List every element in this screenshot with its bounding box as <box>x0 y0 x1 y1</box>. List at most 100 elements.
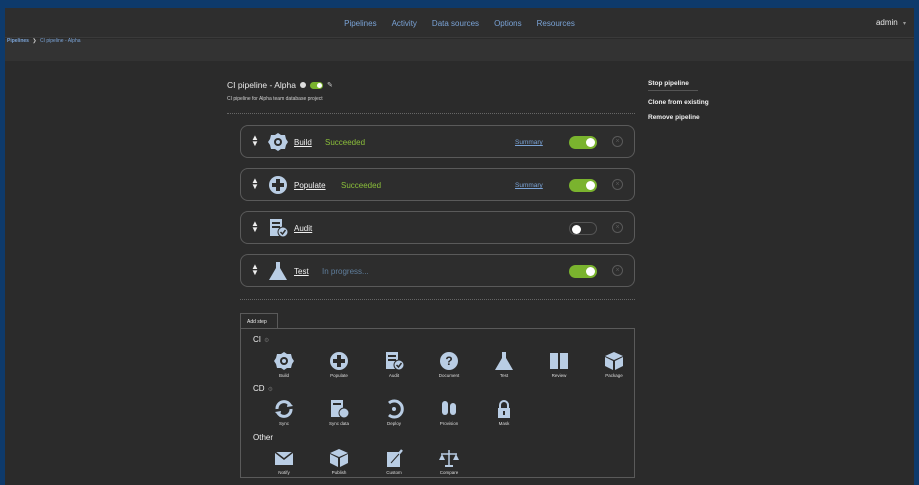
audit-doc-icon <box>386 352 405 371</box>
remove-step-icon[interactable]: × <box>612 136 623 147</box>
palette-compare[interactable]: Compare <box>429 448 469 475</box>
remove-step-icon[interactable]: × <box>612 265 623 276</box>
palette-label: Audit <box>388 373 400 378</box>
breadcrumb: Pipelines ❯ CI pipeline - Alpha <box>7 38 81 44</box>
user-menu[interactable]: admin ▾ <box>876 18 906 27</box>
toggle-knob <box>317 82 322 88</box>
step-toggle[interactable] <box>569 179 597 192</box>
step-toggle[interactable] <box>569 222 597 235</box>
remove-pipeline-link[interactable]: Remove pipeline <box>648 114 709 121</box>
palette-test[interactable]: Test <box>484 351 524 378</box>
divider <box>227 113 635 114</box>
breadcrumb-root[interactable]: Pipelines <box>7 38 29 44</box>
lock-icon <box>498 400 510 418</box>
step-status: Succeeded <box>341 181 382 190</box>
group-cd: CD ⚙ <box>253 384 273 393</box>
palette-label: Compare <box>439 470 459 475</box>
toggle-knob <box>586 267 595 276</box>
group-other: Other <box>253 433 273 442</box>
summary-link[interactable]: Summary <box>515 182 543 189</box>
palette-label: Notify <box>278 470 290 475</box>
palette-provision[interactable]: Provision <box>429 399 469 426</box>
database-icon <box>442 401 456 415</box>
plus-circle-icon <box>269 176 287 194</box>
palette-sync-data[interactable]: Sync data <box>319 399 359 426</box>
pipeline-step-build[interactable]: ▲ ▼ Build Succeeded Summary × <box>240 125 635 158</box>
palette-custom[interactable]: Custom <box>374 448 414 475</box>
nav-activity[interactable]: Activity <box>392 19 417 28</box>
svg-text:?: ? <box>445 354 452 368</box>
box-icon <box>605 352 623 370</box>
nav-resources[interactable]: Resources <box>537 19 575 28</box>
palette-mask[interactable]: Mask <box>484 399 524 426</box>
clone-pipeline-link[interactable]: Clone from existing <box>648 99 709 106</box>
palette-sync[interactable]: Sync <box>264 399 304 426</box>
scale-icon <box>439 450 459 467</box>
step-toggle[interactable] <box>569 136 597 149</box>
step-name[interactable]: Test <box>294 267 309 276</box>
sort-icon[interactable]: ▲ ▼ <box>251 134 259 148</box>
pipeline-step-audit[interactable]: ▲ ▼ Audit × <box>240 211 635 244</box>
palette-build[interactable]: Build <box>264 351 304 378</box>
sort-icon[interactable]: ▲ ▼ <box>251 177 259 191</box>
palette-label: Sync <box>278 421 289 426</box>
group-label: CI <box>253 335 261 344</box>
user-name: admin <box>875 18 898 27</box>
tab-add-step[interactable]: Add step <box>240 313 278 329</box>
palette-document[interactable]: ? Document <box>429 351 469 378</box>
palette-label: Review <box>551 373 567 378</box>
summary-link[interactable]: Summary <box>515 139 543 146</box>
nav-pipelines[interactable]: Pipelines <box>344 19 376 28</box>
nav-links: Pipelines Activity Data sources Options … <box>5 8 914 38</box>
top-nav: Pipelines Activity Data sources Options … <box>5 8 914 38</box>
publish-icon <box>330 449 348 467</box>
step-palette: CI ⚙ CD ⚙ Other Build Populate Audit ? Doc… <box>240 328 635 478</box>
step-status: In progress... <box>322 267 369 276</box>
breadcrumb-current[interactable]: CI pipeline - Alpha <box>40 38 81 44</box>
step-name[interactable]: Audit <box>294 224 312 233</box>
palette-audit[interactable]: Audit <box>374 351 414 378</box>
chevron-right-icon: ❯ <box>32 38 37 44</box>
stop-pipeline-link[interactable]: Stop pipeline <box>648 80 709 87</box>
pipeline-title: CI pipeline - Alpha <box>227 80 296 90</box>
step-status: Succeeded <box>325 138 366 147</box>
sync-icon <box>275 400 293 418</box>
remove-step-icon[interactable]: × <box>612 222 623 233</box>
step-toggle[interactable] <box>569 265 597 278</box>
palette-label: Build <box>278 373 289 378</box>
flask-icon <box>495 352 513 370</box>
envelope-icon <box>274 451 294 465</box>
palette-label: Package <box>605 373 623 378</box>
pipeline-actions: Stop pipeline Clone from existing Remove… <box>648 80 709 129</box>
nav-options[interactable]: Options <box>494 19 522 28</box>
pencil-icon[interactable]: ✎ <box>327 81 333 89</box>
sort-icon[interactable]: ▲ ▼ <box>251 263 259 277</box>
breadcrumb-bar <box>5 39 914 61</box>
pipeline-toggle[interactable] <box>310 81 323 89</box>
palette-review[interactable]: Review <box>539 351 579 378</box>
gear-icon[interactable] <box>300 82 306 88</box>
palette-package[interactable]: Package <box>594 351 634 378</box>
pipeline-step-populate[interactable]: ▲ ▼ Populate Succeeded Summary × <box>240 168 635 201</box>
palette-notify[interactable]: Notify <box>264 448 304 475</box>
palette-label: Deploy <box>386 421 401 426</box>
settings-icon: ⚙ <box>264 338 270 344</box>
group-label: CD <box>253 384 265 393</box>
settings-icon: ⚙ <box>267 387 273 393</box>
palette-label: Custom <box>386 470 402 475</box>
palette-label: Sync data <box>328 421 349 426</box>
toggle-knob <box>572 225 581 234</box>
group-ci: CI ⚙ <box>253 335 269 344</box>
pipeline-step-test[interactable]: ▲ ▼ Test In progress... × <box>240 254 635 287</box>
palette-populate[interactable]: Populate <box>319 351 359 378</box>
remove-step-icon[interactable]: × <box>612 179 623 190</box>
book-icon <box>550 353 568 369</box>
nav-data-sources[interactable]: Data sources <box>432 19 479 28</box>
palette-deploy[interactable]: Deploy <box>374 399 414 426</box>
palette-publish[interactable]: Publish <box>319 448 359 475</box>
flask-icon <box>269 262 287 280</box>
sort-icon[interactable]: ▲ ▼ <box>251 220 259 234</box>
step-name[interactable]: Build <box>294 138 312 147</box>
step-name[interactable]: Populate <box>294 181 326 190</box>
custom-icon <box>387 449 403 467</box>
